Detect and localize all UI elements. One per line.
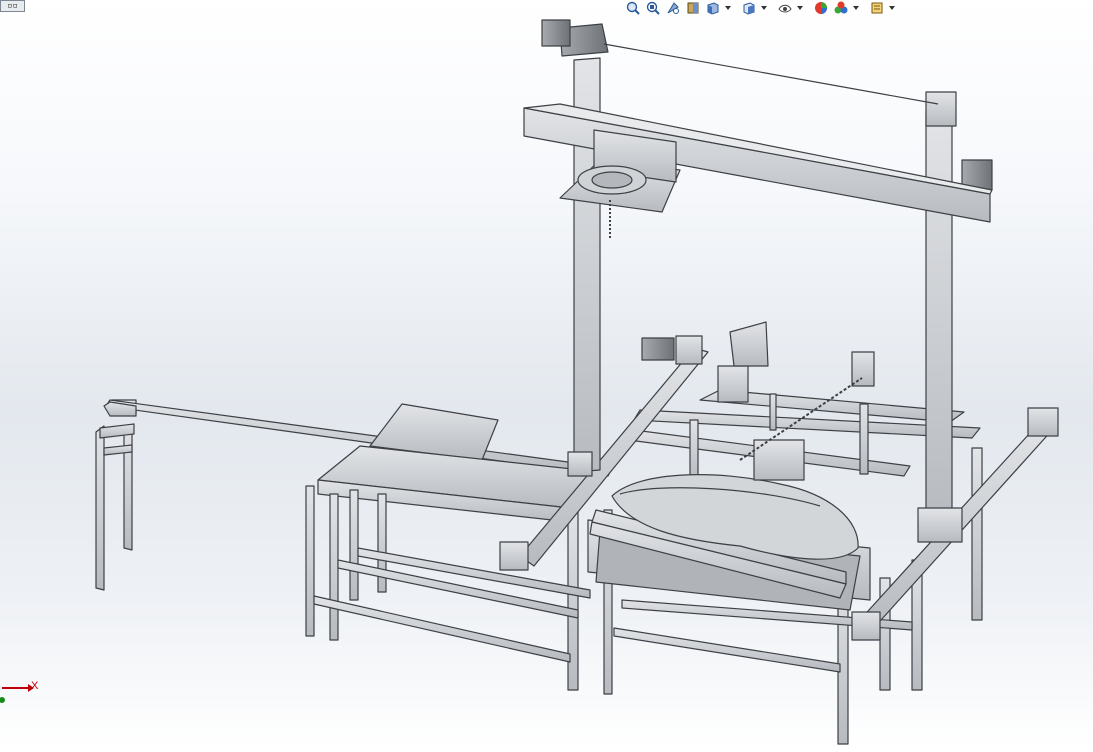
chevron-down-icon[interactable] — [724, 1, 732, 15]
viewport-split-button[interactable]: ▫▫ — [0, 0, 25, 12]
left-stand — [95, 399, 137, 591]
y-axis-marker-icon — [0, 697, 5, 703]
machine-assembly-model[interactable] — [0, 0, 1093, 747]
chevron-down-icon[interactable] — [796, 1, 804, 15]
z-axis-post-left — [541, 19, 609, 477]
chevron-down-icon[interactable] — [760, 1, 768, 15]
previous-view-icon[interactable] — [664, 1, 682, 15]
triad-x-label: X — [31, 680, 39, 692]
heads-up-view-toolbar — [624, 0, 896, 16]
conveyor-table — [305, 445, 601, 691]
apply-scene-icon[interactable] — [832, 1, 850, 15]
view-settings-icon[interactable] — [868, 1, 886, 15]
coordinate-triad — [0, 684, 34, 703]
view-orientation-icon[interactable] — [704, 1, 722, 15]
stepper-motor — [641, 337, 675, 361]
hide-show-items-icon[interactable] — [776, 1, 794, 15]
edit-appearance-icon[interactable] — [812, 1, 830, 15]
display-style-icon[interactable] — [740, 1, 758, 15]
zoom-to-area-icon[interactable] — [644, 1, 662, 15]
chevron-down-icon[interactable] — [852, 1, 860, 15]
zoom-to-fit-icon[interactable] — [624, 1, 642, 15]
graphics-viewport[interactable] — [0, 0, 1093, 747]
section-view-icon[interactable] — [684, 1, 702, 15]
chevron-down-icon[interactable] — [888, 1, 896, 15]
